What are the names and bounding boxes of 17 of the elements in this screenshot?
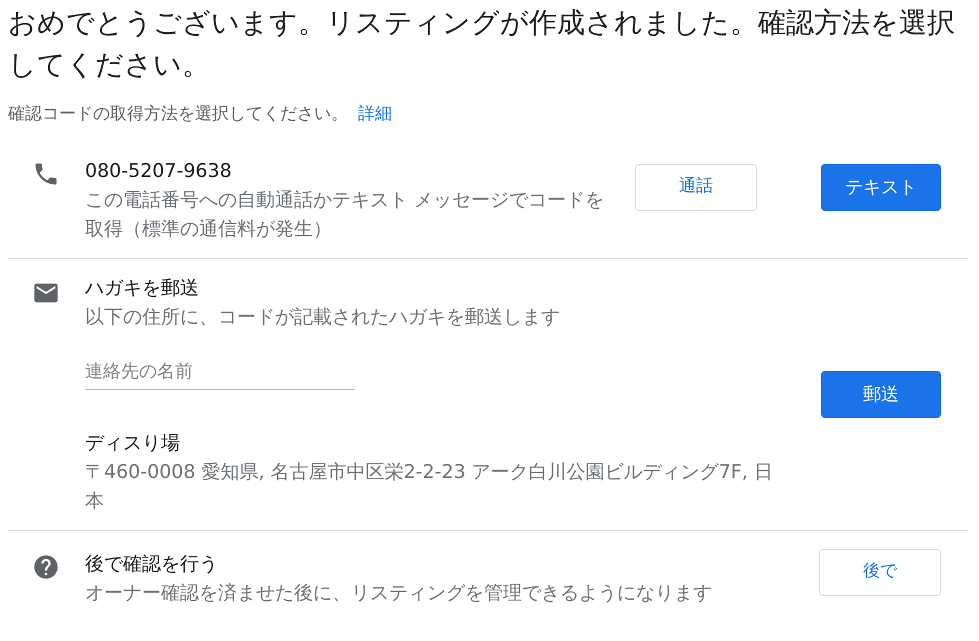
primary-button[interactable]: テキスト xyxy=(821,164,941,210)
subtitle: 確認コードの取得方法を選択してください。 xyxy=(8,103,348,126)
option-description: 以下の住所に、コードが記載されたハガキを郵送します xyxy=(85,304,561,330)
secondary-button[interactable]: 通話 xyxy=(635,164,757,210)
help-icon xyxy=(32,552,60,580)
details-link[interactable]: 詳細 xyxy=(358,102,392,128)
option-description: オーナー確認を済ませた後に、リスティングを管理できるようになります xyxy=(85,580,713,606)
option-title: 080-5207-9638 xyxy=(85,158,233,184)
page-title: おめでとうございます。リスティングが作成されました。確認方法を選択してください。 xyxy=(8,5,956,83)
option-title: ハガキを郵送 xyxy=(85,276,200,300)
option-description: この電話番号への自動通話かテキスト メッセージでコードを取得（標準の通信料が発生） xyxy=(85,188,605,242)
option-title: 後で確認を行う xyxy=(85,552,219,576)
address-text: 〒460-0008 愛知県, 名古屋市中区栄2-2-23 アーク白川公園ビルディング7F, 日本 xyxy=(85,460,774,514)
secondary-button[interactable]: 後で xyxy=(819,548,941,596)
recipient-name: ディスり場 xyxy=(85,430,181,456)
primary-button[interactable]: 郵送 xyxy=(821,370,941,418)
name-field[interactable]: 連絡先の名前 xyxy=(85,354,355,390)
